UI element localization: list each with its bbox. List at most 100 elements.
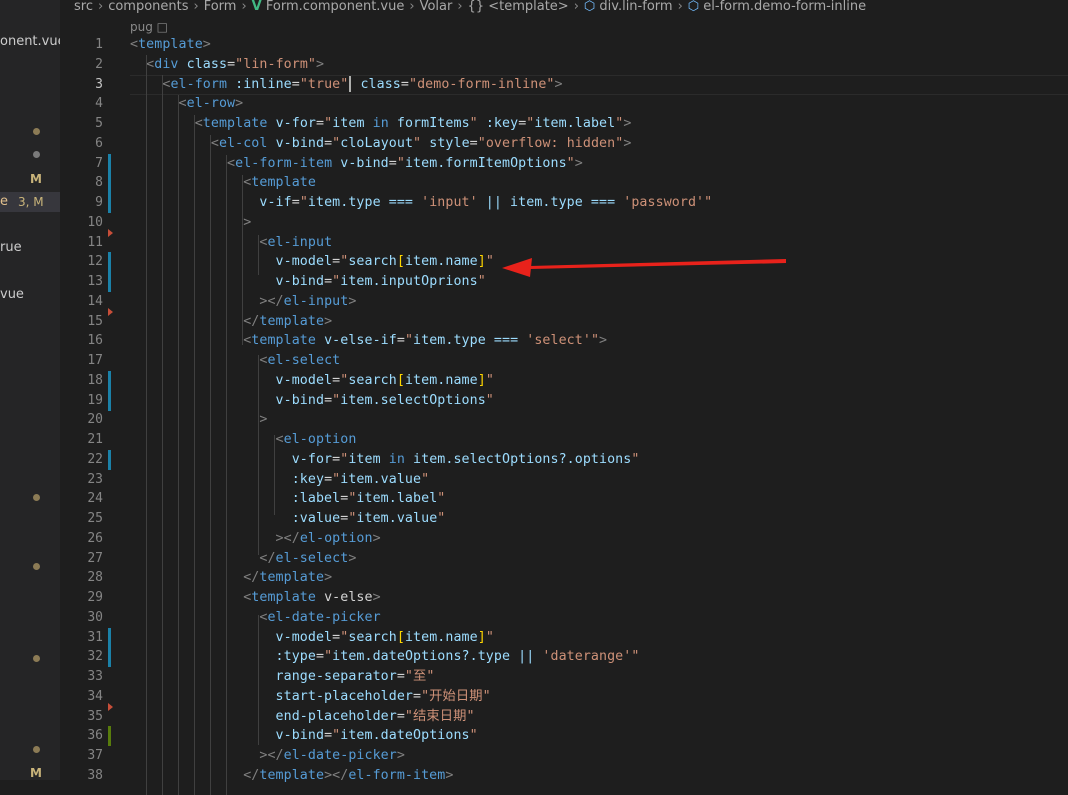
- pug-codelens[interactable]: pug □: [130, 20, 168, 34]
- line-number: 20: [87, 412, 103, 428]
- code-line[interactable]: 36 v-bind="item.dateOptions": [60, 726, 1068, 747]
- code-line[interactable]: 29 <template v-else>: [60, 588, 1068, 608]
- line-number: 31: [87, 629, 103, 645]
- code-text: v-model="search[item.name]": [275, 629, 494, 645]
- git-modified-gutter[interactable]: [108, 647, 111, 668]
- code-text: end-placeholder="结束日期": [275, 708, 475, 724]
- code-line[interactable]: 6 <el-col v-bind="cloLayout" style="over…: [60, 134, 1068, 154]
- git-deleted-marker[interactable]: [108, 228, 113, 237]
- code-text: :type="item.dateOptions?.type || 'datera…: [275, 649, 640, 665]
- code-line[interactable]: 20 >: [60, 410, 1068, 430]
- code-text: v-bind="item.dateOptions": [275, 728, 478, 744]
- git-deleted-marker[interactable]: [108, 702, 113, 711]
- git-modified-gutter[interactable]: [108, 252, 111, 273]
- breadcrumb-segment[interactable]: components: [108, 0, 188, 14]
- code-text: </template>: [243, 570, 333, 586]
- git-modified-gutter[interactable]: [108, 726, 111, 747]
- line-number: 37: [87, 748, 103, 763]
- code-line[interactable]: 32 :type="item.dateOptions?.type || 'dat…: [60, 647, 1068, 668]
- git-modified-gutter[interactable]: [108, 173, 111, 194]
- line-number: 35: [87, 708, 103, 724]
- code-text: v-model="search[item.name]": [275, 254, 494, 270]
- breadcrumb: src › components › Form › V Form.component.vue…: [60, 0, 1068, 14]
- line-number: 21: [87, 432, 103, 447]
- breadcrumb-segment[interactable]: Form.component.vue: [266, 0, 405, 14]
- modified-dot-icon: [33, 128, 40, 135]
- code-line[interactable]: 27 </el-select>: [60, 549, 1068, 569]
- line-number: 26: [87, 530, 103, 546]
- explorer-file-item[interactable]: onent.vue: [0, 34, 60, 49]
- line-number: 15: [87, 313, 103, 329]
- code-text: ></el-input>: [259, 293, 357, 309]
- code-line[interactable]: 18 v-model="search[item.name]": [60, 370, 1068, 391]
- code-text: v-bind="item.inputOprions": [275, 274, 486, 289]
- explorer-file-item[interactable]: e: [0, 194, 8, 209]
- git-modified-gutter[interactable]: [108, 370, 111, 391]
- indent-guide: [162, 75, 163, 795]
- code-line[interactable]: 37 ></el-date-picker>: [60, 746, 1068, 766]
- code-line[interactable]: 4 <el-row>: [60, 94, 1068, 114]
- code-line[interactable]: 17 <el-select: [60, 351, 1068, 371]
- code-line[interactable]: 28 </template>: [60, 568, 1068, 588]
- code-line[interactable]: 15 </template>: [60, 307, 1068, 332]
- code-text: <div class="lin-form">: [146, 56, 325, 72]
- code-text: start-placeholder="开始日期": [275, 688, 491, 704]
- breadcrumb-segment[interactable]: {} <template>: [468, 0, 569, 14]
- line-number: 36: [87, 728, 103, 744]
- chevron-right-icon: ›: [193, 0, 199, 14]
- indent-guide: [226, 155, 227, 795]
- breadcrumb-segment[interactable]: Form: [204, 0, 237, 14]
- code-line[interactable]: 24 :label="item.label": [60, 489, 1068, 509]
- explorer-file-item[interactable]: vue: [0, 287, 24, 302]
- git-modified-gutter[interactable]: [108, 153, 111, 174]
- line-number: 22: [87, 451, 103, 467]
- git-deleted-marker[interactable]: [108, 307, 113, 316]
- code-line[interactable]: 30 <el-date-picker: [60, 608, 1068, 628]
- git-modified-gutter[interactable]: [108, 449, 111, 470]
- indent-guide: [210, 135, 211, 795]
- breadcrumb-segment[interactable]: el-form.demo-form-inline: [703, 0, 866, 14]
- code-line[interactable]: 12 v-model="search[item.name]": [60, 252, 1068, 273]
- code-line[interactable]: 13 v-bind="item.inputOprions": [60, 272, 1068, 292]
- code-line[interactable]: 34 start-placeholder="开始日期": [60, 687, 1068, 707]
- code-line[interactable]: 19 v-bind="item.selectOptions": [60, 390, 1068, 411]
- breadcrumb-segment[interactable]: Volar: [420, 0, 453, 14]
- line-number: 34: [87, 688, 103, 704]
- code-line[interactable]: 38 </template></el-form-item>: [60, 766, 1068, 786]
- modified-dot-icon: [33, 746, 40, 753]
- code-line[interactable]: 33 range-separator="至": [60, 667, 1068, 687]
- code-line[interactable]: 3 <el-form :inline="true" class="demo-fo…: [60, 75, 1068, 95]
- code-line[interactable]: 35 end-placeholder="结束日期": [60, 702, 1068, 727]
- line-number: 25: [87, 511, 103, 526]
- code-line[interactable]: 10 >: [60, 213, 1068, 233]
- code-line[interactable]: 22 v-for="item in item.selectOptions?.op…: [60, 449, 1068, 470]
- explorer-file-item[interactable]: rue: [0, 240, 22, 255]
- line-number: 2: [95, 56, 103, 72]
- code-line[interactable]: 31 v-model="search[item.name]": [60, 627, 1068, 648]
- vue-file-icon: V: [251, 0, 262, 14]
- code-line[interactable]: 11 <el-input: [60, 228, 1068, 253]
- breadcrumb-segment[interactable]: div.lin-form: [599, 0, 672, 14]
- code-text: <template v-for="item in formItems" :key…: [194, 116, 632, 131]
- line-number: 16: [87, 333, 103, 349]
- git-modified-gutter[interactable]: [108, 272, 111, 292]
- code-line[interactable]: 23 :key="item.value": [60, 470, 1068, 490]
- code-line[interactable]: 1 <template>: [60, 35, 1068, 55]
- code-line[interactable]: 14 ></el-input>: [60, 292, 1068, 312]
- code-line[interactable]: 16 <template v-else-if="item.type === 's…: [60, 331, 1068, 351]
- code-line[interactable]: 7 <el-form-item v-bind="item.formItemOpt…: [60, 153, 1068, 174]
- code-line[interactable]: 5 <template v-for="item in formItems" :k…: [60, 114, 1068, 134]
- code-line[interactable]: 21 <el-option: [60, 430, 1068, 450]
- code-line[interactable]: 8 <template: [60, 173, 1068, 194]
- line-number: 33: [87, 669, 103, 684]
- code-line[interactable]: 9 v-if="item.type === 'input' || item.ty…: [60, 193, 1068, 213]
- git-modified-gutter[interactable]: [108, 390, 111, 411]
- code-line[interactable]: 2 <div class="lin-form">: [60, 55, 1068, 75]
- code-text: <el-col v-bind="cloLayout" style="overfl…: [210, 135, 632, 151]
- breadcrumb-segment[interactable]: src: [74, 0, 93, 14]
- code-line[interactable]: 26 ></el-option>: [60, 529, 1068, 549]
- code-line[interactable]: 25 :value="item.value": [60, 509, 1068, 529]
- git-modified-gutter[interactable]: [108, 627, 111, 648]
- git-modified-gutter[interactable]: [108, 193, 111, 213]
- code-text: <el-option: [275, 432, 357, 447]
